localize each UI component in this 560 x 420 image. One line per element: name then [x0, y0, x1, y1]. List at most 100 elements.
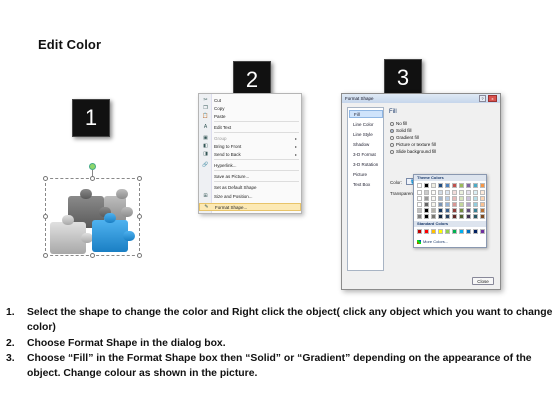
resize-handle[interactable] [43, 214, 48, 219]
theme-color-swatch[interactable] [445, 202, 450, 207]
theme-color-swatch[interactable] [445, 214, 450, 219]
theme-color-swatch[interactable] [424, 196, 429, 201]
radio-icon[interactable] [390, 149, 394, 154]
option-picture-fill[interactable]: Picture or texture fill [390, 142, 436, 147]
theme-color-swatch[interactable] [459, 196, 464, 201]
theme-color-swatch[interactable] [438, 190, 443, 195]
resize-handle[interactable] [137, 176, 142, 181]
standard-color-swatch[interactable] [438, 229, 443, 234]
theme-color-swatch[interactable] [480, 183, 485, 188]
menu-item-set-default-shape[interactable]: Set as Default Shape [199, 183, 301, 191]
help-button[interactable]: ? [479, 95, 486, 102]
menu-item-group[interactable]: ▣ Group ▸ [199, 134, 301, 142]
standard-color-swatch[interactable] [480, 229, 485, 234]
theme-color-swatch[interactable] [480, 202, 485, 207]
menu-item-hyperlink[interactable]: 🔗 Hyperlink... [199, 161, 301, 169]
theme-color-swatch[interactable] [459, 190, 464, 195]
theme-color-swatch[interactable] [424, 214, 429, 219]
theme-color-swatch[interactable] [431, 183, 436, 188]
theme-color-swatch[interactable] [417, 214, 422, 219]
theme-color-swatch[interactable] [431, 202, 436, 207]
theme-color-swatch[interactable] [466, 190, 471, 195]
standard-color-swatch[interactable] [417, 229, 422, 234]
resize-handle[interactable] [43, 176, 48, 181]
standard-color-swatch[interactable] [473, 229, 478, 234]
theme-color-swatch[interactable] [466, 208, 471, 213]
standard-color-swatch[interactable] [431, 229, 436, 234]
theme-color-swatch[interactable] [424, 202, 429, 207]
theme-color-swatch[interactable] [417, 208, 422, 213]
theme-color-swatch[interactable] [424, 208, 429, 213]
menu-item-cut[interactable]: ✂ Cut [199, 96, 301, 104]
standard-color-swatch[interactable] [466, 229, 471, 234]
theme-color-swatch[interactable] [417, 190, 422, 195]
puzzle-piece-light[interactable] [50, 215, 93, 254]
theme-color-swatch[interactable] [452, 183, 457, 188]
option-solid-fill[interactable]: Solid fill [390, 128, 412, 133]
resize-handle[interactable] [43, 253, 48, 258]
puzzle-piece-blue[interactable] [92, 213, 135, 252]
theme-color-swatch[interactable] [473, 208, 478, 213]
radio-icon[interactable] [390, 135, 394, 140]
theme-color-swatch[interactable] [417, 196, 422, 201]
nav-3d-format[interactable]: 3-D Format [349, 150, 383, 158]
option-slide-background-fill[interactable]: Slide background fill [390, 149, 436, 154]
dialog-close-icon[interactable]: x [488, 95, 497, 102]
theme-color-swatch[interactable] [438, 196, 443, 201]
nav-line-style[interactable]: Line Style [349, 130, 383, 138]
theme-color-swatch[interactable] [424, 183, 429, 188]
theme-color-swatch[interactable] [459, 208, 464, 213]
theme-color-swatch[interactable] [452, 208, 457, 213]
theme-color-swatch[interactable] [459, 202, 464, 207]
theme-color-swatch[interactable] [438, 214, 443, 219]
theme-color-swatch[interactable] [438, 208, 443, 213]
menu-item-bring-to-front[interactable]: ◧ Bring to Front ▸ [199, 142, 301, 150]
radio-icon[interactable] [390, 121, 394, 126]
radio-selected-icon[interactable] [390, 128, 394, 133]
theme-color-swatch[interactable] [480, 196, 485, 201]
theme-color-swatch[interactable] [445, 196, 450, 201]
nav-text-box[interactable]: Text Box [349, 180, 383, 188]
theme-color-swatch[interactable] [438, 202, 443, 207]
theme-color-swatch[interactable] [445, 208, 450, 213]
theme-color-swatch[interactable] [424, 190, 429, 195]
theme-color-swatch[interactable] [452, 214, 457, 219]
theme-color-swatch[interactable] [431, 190, 436, 195]
theme-color-swatch[interactable] [452, 202, 457, 207]
radio-icon[interactable] [390, 142, 394, 147]
theme-color-swatch[interactable] [480, 208, 485, 213]
theme-color-swatch[interactable] [466, 196, 471, 201]
theme-color-swatch[interactable] [473, 190, 478, 195]
theme-color-swatch[interactable] [417, 183, 422, 188]
resize-handle[interactable] [90, 253, 95, 258]
nav-shadow[interactable]: Shadow [349, 140, 383, 148]
standard-color-swatch[interactable] [452, 229, 457, 234]
standard-color-swatch[interactable] [459, 229, 464, 234]
menu-item-save-as-picture[interactable]: Save as Picture... [199, 172, 301, 180]
nav-3d-rotation[interactable]: 3-D Rotation [349, 160, 383, 168]
theme-color-swatch[interactable] [431, 214, 436, 219]
resize-handle[interactable] [137, 253, 142, 258]
theme-color-swatch[interactable] [438, 183, 443, 188]
standard-color-swatch[interactable] [445, 229, 450, 234]
menu-item-format-shape[interactable]: ✎ Format Shape... [199, 203, 301, 211]
theme-color-swatch[interactable] [466, 202, 471, 207]
menu-item-copy[interactable]: ❐ Copy [199, 104, 301, 112]
theme-color-swatch[interactable] [480, 190, 485, 195]
theme-color-swatch[interactable] [445, 190, 450, 195]
theme-color-swatch[interactable] [473, 183, 478, 188]
theme-color-swatch[interactable] [431, 208, 436, 213]
theme-color-swatch[interactable] [473, 196, 478, 201]
theme-color-swatch[interactable] [466, 183, 471, 188]
menu-item-paste[interactable]: 📋 Paste [199, 112, 301, 120]
theme-color-swatch[interactable] [480, 214, 485, 219]
close-button[interactable]: Close [472, 277, 494, 285]
theme-color-swatch[interactable] [473, 214, 478, 219]
nav-fill[interactable]: Fill [349, 110, 383, 118]
resize-handle[interactable] [90, 176, 95, 181]
more-colors-link[interactable]: More Colors... [417, 239, 448, 244]
rotation-handle[interactable] [89, 163, 96, 170]
theme-color-swatch[interactable] [459, 214, 464, 219]
theme-color-swatch[interactable] [459, 183, 464, 188]
menu-item-send-to-back[interactable]: ◨ Send to Back ▸ [199, 150, 301, 158]
